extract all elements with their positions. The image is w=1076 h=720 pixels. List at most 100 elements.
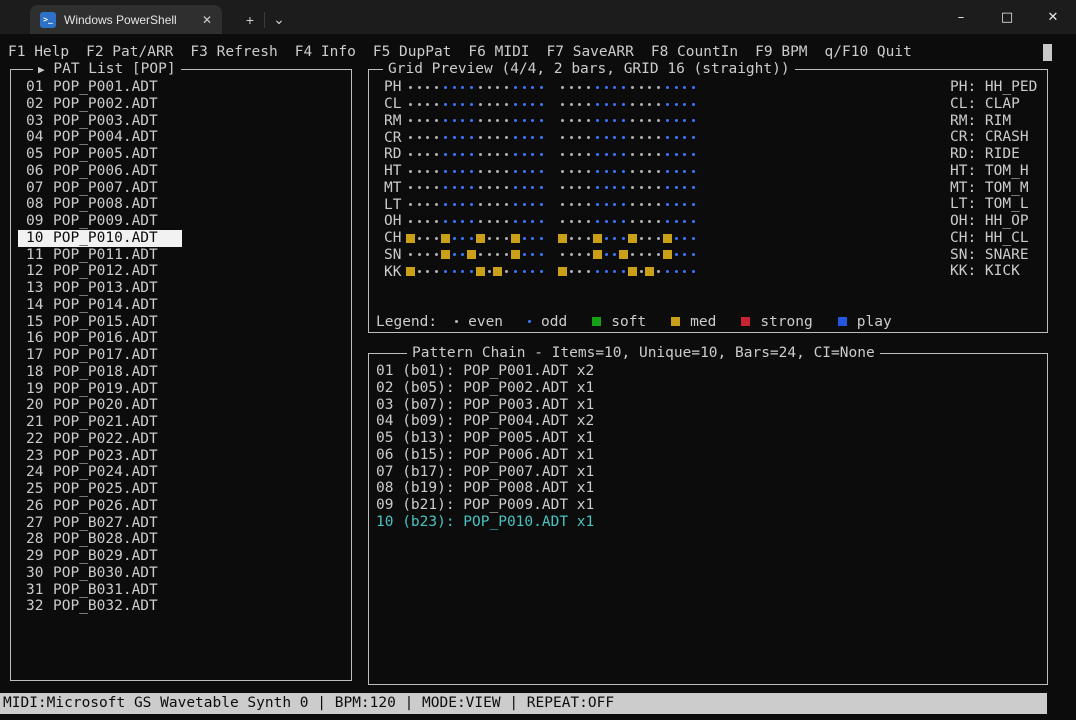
chain-item[interactable]: 10 (b23): POP_P010.ADT x1 — [376, 514, 594, 531]
menu-item[interactable]: F5 DupPat — [373, 44, 452, 60]
grid-step — [576, 180, 585, 197]
step-dot — [409, 103, 412, 106]
menu-item[interactable]: F1 Help — [8, 44, 69, 60]
chain-item[interactable]: 07 (b17): POP_P007.ADT x1 — [376, 464, 594, 481]
pattern-list-item[interactable]: 04POP_P004.ADT — [18, 129, 182, 146]
maximize-button[interactable]: □ — [984, 0, 1030, 34]
step-dot — [514, 103, 517, 106]
grid-step — [441, 146, 450, 163]
pattern-list-item[interactable]: 14POP_P014.ADT — [18, 297, 182, 314]
pattern-list-item[interactable]: 13POP_P013.ADT — [18, 280, 182, 297]
chain-item[interactable]: 01 (b01): POP_P001.ADT x2 — [376, 363, 594, 380]
pattern-number: 09 — [26, 213, 44, 230]
grid-step — [584, 146, 593, 163]
pattern-list-item[interactable]: 21POP_P021.ADT — [18, 414, 182, 431]
tab-dropdown-icon[interactable]: ⌄ — [265, 11, 293, 28]
tab-close-icon[interactable]: ✕ — [202, 13, 212, 27]
step-dot — [692, 170, 695, 173]
pattern-list-item[interactable]: 29POP_B029.ADT — [18, 548, 182, 565]
step-dot — [683, 119, 686, 122]
menu-item[interactable]: F7 SaveARR — [547, 44, 634, 60]
step-dot — [418, 103, 421, 106]
pattern-list-item[interactable]: 07POP_P007.ADT — [18, 180, 182, 197]
step-dot — [666, 86, 669, 89]
pattern-list-item[interactable]: 27POP_B027.ADT — [18, 515, 182, 532]
step-dot — [461, 86, 464, 89]
pattern-list-item[interactable]: 32POP_B032.ADT — [18, 598, 182, 615]
pattern-list-item[interactable]: 05POP_P005.ADT — [18, 146, 182, 163]
pattern-filename: POP_P010.ADT — [53, 230, 158, 247]
step-dot — [453, 203, 456, 206]
step-dot — [622, 86, 625, 89]
menu-item[interactable]: F2 Pat/ARR — [86, 44, 173, 60]
pattern-list-item[interactable]: 22POP_P022.ADT — [18, 431, 182, 448]
chain-item[interactable]: 02 (b05): POP_P002.ADT x1 — [376, 380, 594, 397]
pattern-list-item[interactable]: 02POP_P002.ADT — [18, 96, 182, 113]
menu-item[interactable]: F4 Info — [295, 44, 356, 60]
chain-item[interactable]: 06 (b15): POP_P006.ADT x1 — [376, 447, 594, 464]
menu-item[interactable]: F8 CountIn — [651, 44, 738, 60]
terminal-tab[interactable]: >_ Windows PowerShell ✕ — [30, 5, 222, 34]
pattern-list-item[interactable]: 10POP_P010.ADT — [18, 230, 182, 247]
pattern-list-item[interactable]: 17POP_P017.ADT — [18, 347, 182, 364]
grid-step — [441, 79, 450, 96]
pattern-list-item[interactable]: 16POP_P016.ADT — [18, 330, 182, 347]
pattern-list-item[interactable]: 11POP_P011.ADT — [18, 247, 182, 264]
grid-step — [537, 180, 546, 197]
grid-step — [567, 247, 576, 264]
grid-step — [584, 196, 593, 213]
chain-item[interactable]: 08 (b19): POP_P008.ADT x1 — [376, 480, 594, 497]
grid-step — [494, 129, 503, 146]
step-dot — [640, 103, 643, 106]
grid-step — [637, 196, 646, 213]
pattern-list-item[interactable]: 28POP_B028.ADT — [18, 531, 182, 548]
grid-step — [424, 213, 433, 230]
grid-step — [529, 180, 538, 197]
pattern-list-item[interactable]: 19POP_P019.ADT — [18, 381, 182, 398]
step-dot — [622, 153, 625, 156]
grid-row-ht: HT — [384, 163, 698, 180]
grid-step — [520, 180, 529, 197]
pattern-list-item[interactable]: 09POP_P009.ADT — [18, 213, 182, 230]
menu-item[interactable]: F6 MIDI — [468, 44, 529, 60]
pattern-list-item[interactable]: 03POP_P003.ADT — [18, 113, 182, 130]
pattern-list-item[interactable]: 06POP_P006.ADT — [18, 163, 182, 180]
grid-row-label: KK — [384, 264, 406, 280]
pattern-number: 31 — [26, 582, 44, 599]
pattern-list-item[interactable]: 26POP_P026.ADT — [18, 498, 182, 515]
pattern-list-item[interactable]: 25POP_P025.ADT — [18, 481, 182, 498]
new-tab-button[interactable]: + — [236, 12, 264, 28]
step-dot — [675, 186, 678, 189]
chain-item[interactable]: 03 (b07): POP_P003.ADT x1 — [376, 397, 594, 414]
chain-item[interactable]: 04 (b09): POP_P004.ADT x2 — [376, 413, 594, 430]
menu-item[interactable]: F9 BPM — [755, 44, 807, 60]
pattern-list-item[interactable]: 31POP_B031.ADT — [18, 582, 182, 599]
grid-bar — [406, 129, 546, 146]
pattern-list-item[interactable]: 20POP_P020.ADT — [18, 397, 182, 414]
grid-step — [459, 163, 468, 180]
step-dot — [666, 186, 669, 189]
pattern-list-item[interactable]: 15POP_P015.ADT — [18, 314, 182, 331]
chain-item[interactable]: 05 (b13): POP_P005.ADT x1 — [376, 430, 594, 447]
pattern-list-item[interactable]: 23POP_P023.ADT — [18, 448, 182, 465]
menu-item[interactable]: q/F10 Quit — [825, 44, 912, 60]
step-dot — [596, 136, 599, 139]
pattern-list-item[interactable]: 18POP_P018.ADT — [18, 364, 182, 381]
menu-item[interactable]: F3 Refresh — [190, 44, 277, 60]
close-button[interactable]: ✕ — [1030, 0, 1076, 34]
pattern-list-item[interactable]: 08POP_P008.ADT — [18, 196, 182, 213]
step-dot — [540, 170, 543, 173]
step-dot — [561, 220, 564, 223]
pattern-list-item[interactable]: 01POP_P001.ADT — [18, 79, 182, 96]
pattern-list-item[interactable]: 24POP_P024.ADT — [18, 464, 182, 481]
grid-step — [663, 180, 672, 197]
step-dot — [453, 186, 456, 189]
chain-item[interactable]: 09 (b21): POP_P009.ADT x1 — [376, 497, 594, 514]
step-dot — [657, 136, 660, 139]
minimize-button[interactable]: – — [938, 0, 984, 34]
pattern-list-item[interactable]: 12POP_P012.ADT — [18, 263, 182, 280]
pattern-list-item[interactable]: 30POP_B030.ADT — [18, 565, 182, 582]
step-dot — [631, 186, 634, 189]
step-dot — [496, 170, 499, 173]
grid-step — [689, 213, 698, 230]
